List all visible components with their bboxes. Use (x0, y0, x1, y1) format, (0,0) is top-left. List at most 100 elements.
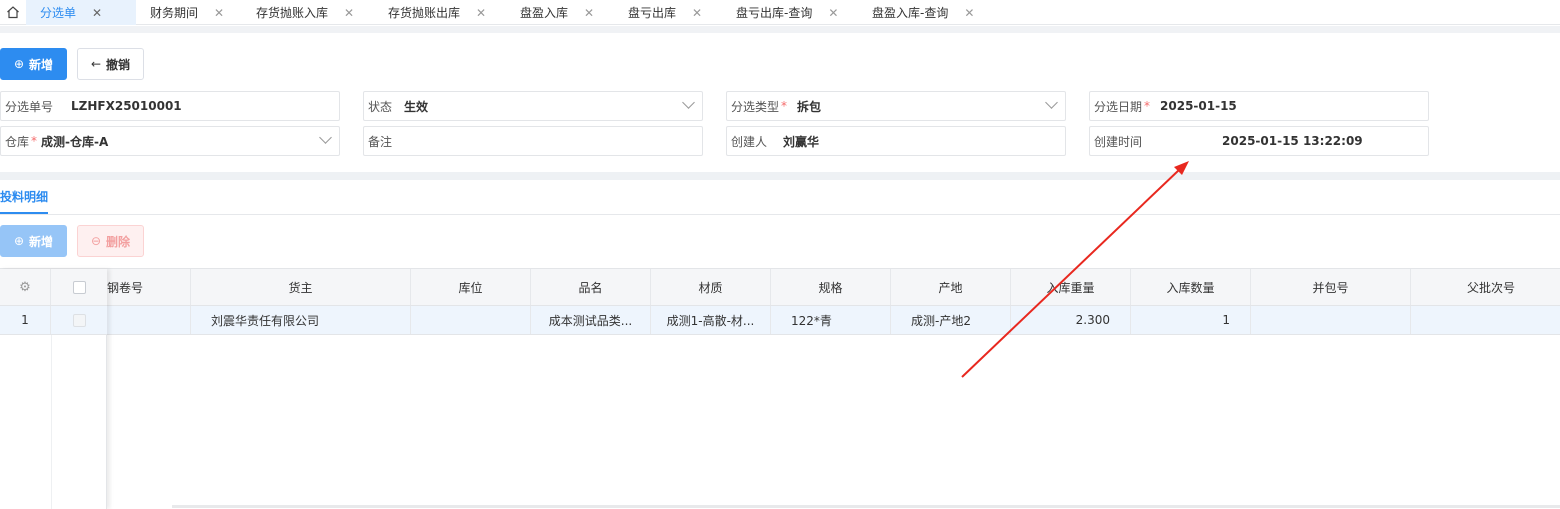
column-header-text: 入库重量 (1046, 280, 1095, 295)
add-button-label: 新增 (29, 57, 54, 72)
row-index-text: 1 (21, 313, 29, 327)
tab-label: 盘亏出库 (628, 6, 677, 20)
status-value: 生效 (404, 99, 429, 114)
column-header[interactable]: 货主 (191, 269, 411, 305)
sort-date-label: 分选日期 (1094, 99, 1143, 114)
close-icon[interactable]: ✕ (92, 6, 102, 20)
column-header[interactable]: 库位 (411, 269, 531, 305)
cell-text: 刘震华责任有限公司 (211, 313, 320, 328)
created-time-label: 创建时间 (1094, 134, 1143, 149)
tab-loss-out-query[interactable]: 盘亏出库-查询 ✕ (722, 0, 858, 25)
warehouse-label: 仓库 (5, 134, 30, 149)
minus-circle-icon: ⊖ (90, 234, 102, 248)
grid-header: 钢卷号 货主 库位 品名 材质 规格 产地 入库重量 入库数量 并包号 父批次号 (0, 269, 1560, 306)
column-header[interactable]: 材质 (651, 269, 771, 305)
plus-circle-icon: ⊕ (13, 57, 25, 71)
tab-surplus-in[interactable]: 盘盈入库 ✕ (506, 0, 614, 25)
tab-bar: 分选单 ✕ 财务期间 ✕ 存货抛账入库 ✕ 存货抛账出库 ✕ 盘盈入库 ✕ 盘亏… (0, 0, 1560, 25)
tab-label: 盘盈入库-查询 (872, 6, 949, 20)
fixed-columns: ⚙ 1 (0, 269, 107, 509)
detail-grid: 钢卷号 货主 库位 品名 材质 规格 产地 入库重量 入库数量 并包号 父批次号… (0, 268, 1560, 509)
tab-surplus-in-query[interactable]: 盘盈入库-查询 ✕ (858, 0, 994, 25)
chevron-down-icon (319, 131, 332, 144)
column-header[interactable]: 入库重量 (1011, 269, 1131, 305)
warehouse-select[interactable]: 仓库 * 成测-仓库-A (0, 126, 340, 156)
close-icon[interactable]: ✕ (214, 6, 224, 20)
row-checkbox[interactable] (72, 313, 86, 327)
tab-feeding-detail[interactable]: 投料明细 (0, 188, 48, 213)
add-button[interactable]: ⊕ 新增 (0, 48, 67, 80)
required-mark: * (781, 99, 788, 113)
required-mark: * (31, 134, 38, 148)
cell-product: 成本测试品类... (531, 306, 651, 334)
revoke-button[interactable]: ← 撤销 (77, 48, 144, 80)
sort-type-label: 分选类型 (731, 99, 780, 114)
column-header[interactable]: 钢卷号 (107, 269, 191, 305)
cell-text: 1 (1222, 313, 1230, 327)
cell-spec: 122*青 (771, 306, 891, 334)
required-mark: * (1144, 99, 1151, 113)
order-no-field[interactable]: 分选单号 LZHFX25010001 (0, 91, 340, 121)
column-header[interactable]: 父批次号 (1411, 269, 1560, 305)
cell-text: 成测1-高散-材... (666, 313, 755, 328)
detail-delete-label: 删除 (106, 234, 131, 249)
column-header-text: 产地 (938, 280, 963, 295)
status-select[interactable]: 状态 生效 (363, 91, 703, 121)
fixed-divider (51, 335, 52, 509)
column-header-text: 规格 (818, 280, 843, 295)
cell-qty: 1 (1131, 306, 1251, 334)
cell-coil-no (107, 306, 191, 334)
column-header-text: 父批次号 (1466, 280, 1515, 295)
tab-finance-period[interactable]: 财务期间 ✕ (136, 0, 242, 25)
select-all-cell[interactable] (51, 269, 107, 305)
cell-location (411, 306, 531, 334)
remark-label: 备注 (368, 134, 393, 149)
subtab-divider (0, 214, 1560, 215)
settings-cell[interactable]: ⚙ (0, 269, 51, 305)
cell-bundle-no (1251, 306, 1411, 334)
sort-date-field[interactable]: 分选日期 * 2025-01-15 (1089, 91, 1429, 121)
home-tab[interactable] (0, 0, 26, 24)
order-no-value: LZHFX25010001 (71, 99, 182, 113)
status-label: 状态 (368, 99, 393, 114)
close-icon[interactable]: ✕ (344, 6, 354, 20)
detail-add-button[interactable]: ⊕ 新增 (0, 225, 67, 257)
column-header[interactable]: 入库数量 (1131, 269, 1251, 305)
tab-sort-order[interactable]: 分选单 ✕ (26, 0, 136, 25)
column-header[interactable]: 规格 (771, 269, 891, 305)
column-header[interactable]: 并包号 (1251, 269, 1411, 305)
close-icon[interactable]: ✕ (476, 6, 486, 20)
tab-stock-posting-out[interactable]: 存货抛账出库 ✕ (374, 0, 506, 25)
detail-delete-button[interactable]: ⊖ 删除 (77, 225, 144, 257)
cell-parent-batch (1411, 306, 1560, 334)
cell-material: 成测1-高散-材... (651, 306, 771, 334)
table-row[interactable]: 刘震华责任有限公司 成本测试品类... 成测1-高散-材... 122*青 成测… (0, 306, 1560, 335)
cell-origin: 成测-产地2 (891, 306, 1011, 334)
revoke-button-label: 撤销 (106, 57, 131, 72)
sort-type-select[interactable]: 分选类型 * 拆包 (726, 91, 1066, 121)
row-select-cell[interactable] (51, 306, 107, 334)
tab-label: 存货抛账出库 (388, 6, 461, 20)
close-icon[interactable]: ✕ (584, 6, 594, 20)
feeding-detail-label: 投料明细 (0, 190, 49, 204)
column-header-text: 库位 (458, 280, 483, 295)
close-icon[interactable]: ✕ (964, 6, 974, 20)
tab-label: 分选单 (40, 6, 77, 20)
cell-owner: 刘震华责任有限公司 (191, 306, 411, 334)
close-icon[interactable]: ✕ (828, 6, 838, 20)
fixed-row: 1 (0, 306, 107, 335)
horizontal-scrollbar[interactable] (172, 505, 1560, 508)
column-header[interactable]: 品名 (531, 269, 651, 305)
arrow-left-icon: ← (90, 57, 102, 71)
created-time-value: 2025-01-15 13:22:09 (1222, 134, 1363, 148)
column-header[interactable]: 产地 (891, 269, 1011, 305)
remark-field[interactable]: 备注 (363, 126, 703, 156)
sort-type-value: 拆包 (797, 99, 822, 114)
order-no-label: 分选单号 (5, 99, 54, 114)
close-icon[interactable]: ✕ (692, 6, 702, 20)
tab-loss-out[interactable]: 盘亏出库 ✕ (614, 0, 722, 25)
cell-weight: 2.300 (1011, 306, 1131, 334)
tab-stock-posting-in[interactable]: 存货抛账入库 ✕ (242, 0, 374, 25)
gear-icon[interactable]: ⚙ (19, 280, 31, 295)
select-all-checkbox[interactable] (72, 280, 86, 294)
